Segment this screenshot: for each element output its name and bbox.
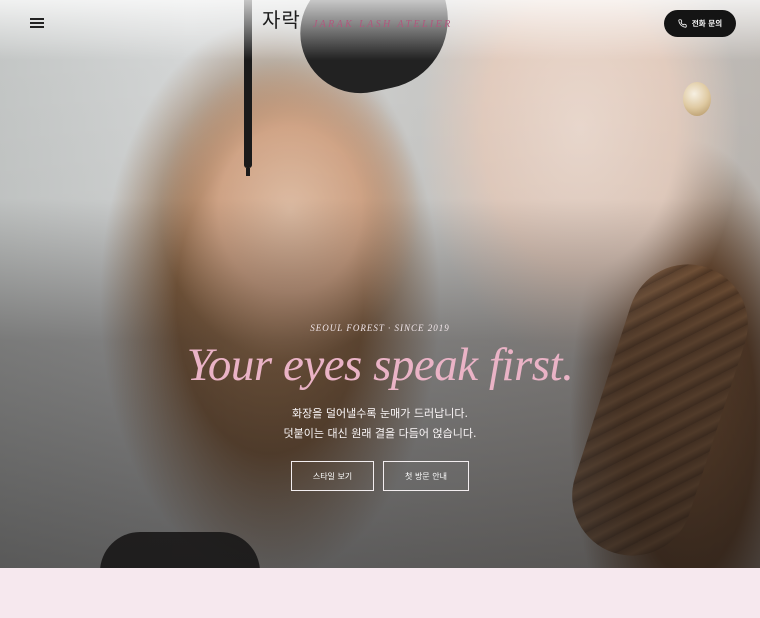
hero-headline: Your eyes speak first.	[186, 339, 574, 391]
hero-overlay	[0, 0, 760, 568]
view-styles-button[interactable]: 스타일 보기	[291, 461, 374, 491]
hero-subtitle-line-1: 화장을 덜어낼수록 눈매가 드러납니다.	[292, 407, 468, 420]
hero-section: SEOUL FOREST · SINCE 2019 Your eyes spea…	[0, 0, 760, 568]
first-visit-guide-button[interactable]: 첫 방문 안내	[383, 461, 469, 491]
call-inquiry-label: 전화 문의	[691, 19, 723, 28]
next-section	[0, 568, 760, 618]
brand-logo[interactable]: 자락 JARAK LASH ATELIER	[262, 4, 453, 38]
site-header: 자락 JARAK LASH ATELIER 전화 문의	[0, 0, 760, 46]
phone-icon	[678, 19, 687, 28]
brand-english-name: JARAK LASH ATELIER	[312, 19, 453, 30]
hero-eyebrow: SEOUL FOREST · SINCE 2019	[310, 323, 450, 333]
hamburger-menu-icon[interactable]	[30, 16, 46, 30]
hero-subtitle-line-2: 덧붙이는 대신 원래 결을 다듬어 얹습니다.	[283, 427, 477, 440]
brand-korean-name: 자락	[262, 8, 301, 32]
call-inquiry-button[interactable]: 전화 문의	[664, 10, 736, 37]
